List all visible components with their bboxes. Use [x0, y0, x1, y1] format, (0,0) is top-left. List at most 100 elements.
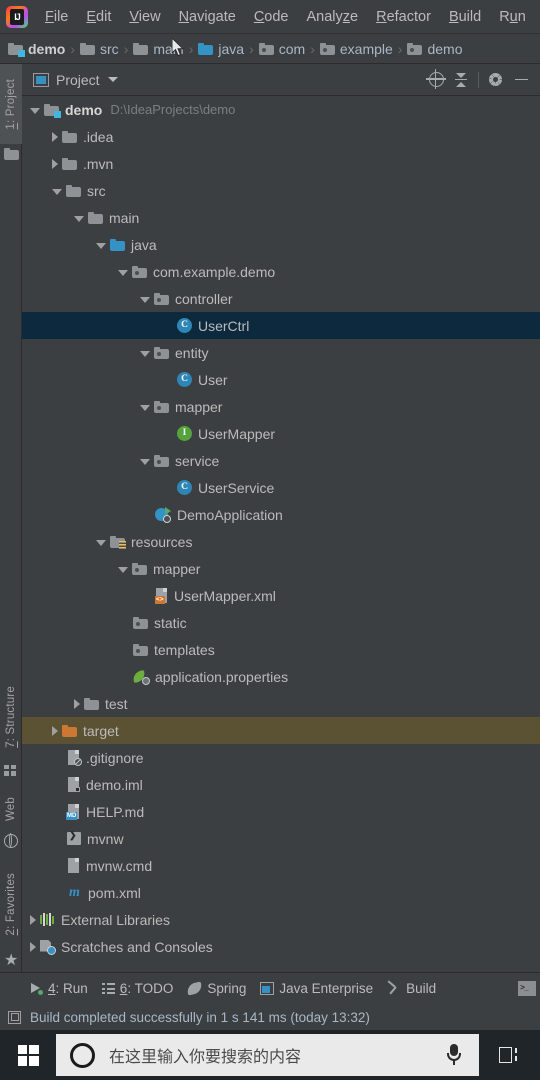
project-tree[interactable]: demo D:\IdeaProjects\demo .idea .mvn src main…	[22, 96, 540, 972]
menu-item-analyze[interactable]: Analyze	[298, 6, 368, 28]
tree-row-mvnw-cmd[interactable]: mvnw.cmd	[22, 852, 540, 879]
collapse-all-icon[interactable]	[449, 67, 475, 93]
tree-row-resources[interactable]: resources	[22, 528, 540, 555]
tree-row-label: .gitignore	[86, 749, 144, 766]
tree-row-main[interactable]: main	[22, 204, 540, 231]
tool-button-spring[interactable]: Spring	[186, 981, 246, 996]
tree-row-controller[interactable]: controller	[22, 285, 540, 312]
breadcrumb-item-example[interactable]: example	[319, 41, 393, 57]
chevron-down-icon[interactable]	[74, 216, 84, 222]
tool-button-run[interactable]: 4: Run	[30, 981, 88, 996]
tree-row-label: External Libraries	[61, 911, 170, 928]
breadcrumb-item-demo[interactable]: demo	[407, 41, 463, 57]
tool-button-java-enterprise[interactable]: Java Enterprise	[260, 981, 373, 996]
chevron-right-icon[interactable]	[30, 941, 36, 952]
tree-row-userservice[interactable]: C UserService	[22, 474, 540, 501]
chevron-down-icon[interactable]	[140, 459, 150, 465]
menu-item-refactor[interactable]: Refactor	[367, 6, 440, 28]
gear-icon[interactable]	[482, 67, 508, 93]
menu-item-build[interactable]: Build	[440, 6, 490, 28]
tree-row--mvn[interactable]: .mvn	[22, 150, 540, 177]
tree-row-user[interactable]: C User	[22, 366, 540, 393]
tree-row-mapper[interactable]: mapper	[22, 555, 540, 582]
tree-row-scratches-and-consoles[interactable]: Scratches and Consoles	[22, 933, 540, 960]
chevron-down-icon[interactable]	[96, 243, 106, 249]
minimize-icon[interactable]	[508, 67, 534, 93]
folder-icon	[84, 697, 99, 710]
menu-item-edit[interactable]: Edit	[77, 6, 120, 28]
tree-row-label: com.example.demo	[153, 263, 276, 280]
tree-row-java[interactable]: java	[22, 231, 540, 258]
sidebar-item-project-label: 1: Project	[5, 78, 17, 130]
tree-row-label: mapper	[175, 398, 223, 415]
tree-row-userctrl[interactable]: C UserCtrl	[22, 312, 540, 339]
breadcrumb-item-demo[interactable]: demo	[8, 41, 65, 57]
tree-row-com-example-demo[interactable]: com.example.demo	[22, 258, 540, 285]
chevron-down-icon[interactable]	[140, 297, 150, 303]
tree-row-mapper[interactable]: mapper	[22, 393, 540, 420]
task-view-button[interactable]	[479, 1030, 537, 1080]
chevron-down-icon[interactable]	[96, 540, 106, 546]
taskbar-search-box[interactable]: 在这里输入你要搜索的内容	[56, 1034, 479, 1076]
tree-row-label: DemoApplication	[177, 506, 283, 523]
tree-row-entity[interactable]: entity	[22, 339, 540, 366]
scroll-from-source-icon[interactable]	[423, 67, 449, 93]
tree-row-usermapper[interactable]: I UserMapper	[22, 420, 540, 447]
tree-row--idea[interactable]: .idea	[22, 123, 540, 150]
iml-file-icon	[67, 777, 80, 792]
folder-icon	[66, 184, 81, 197]
event-log-icon[interactable]	[8, 1010, 21, 1024]
breadcrumb-item-com[interactable]: com	[258, 41, 305, 57]
tree-row-target[interactable]: target	[22, 717, 540, 744]
chevron-right-icon[interactable]	[52, 725, 58, 736]
tree-row-service[interactable]: service	[22, 447, 540, 474]
tree-row-help-md[interactable]: MD HELP.md	[22, 798, 540, 825]
tool-button-build[interactable]: Build	[387, 980, 436, 996]
tree-row-demoapplication[interactable]: DemoApplication	[22, 501, 540, 528]
tree-row-demo-iml[interactable]: demo.iml	[22, 771, 540, 798]
tree-row-pom-xml[interactable]: m pom.xml	[22, 879, 540, 906]
chevron-right-icon[interactable]	[30, 914, 36, 925]
windows-start-button[interactable]	[0, 1030, 56, 1080]
tool-button-todo[interactable]: 6: TODO	[101, 981, 173, 996]
tree-row-test[interactable]: test	[22, 690, 540, 717]
sidebar-item-project[interactable]: 1: Project	[0, 64, 22, 144]
tree-row-label: entity	[175, 344, 209, 361]
tree-row-application-properties[interactable]: application.properties	[22, 663, 540, 690]
tree-row-demo[interactable]: demo D:\IdeaProjects\demo	[22, 96, 540, 123]
tree-row-usermapper-xml[interactable]: <> UserMapper.xml	[22, 582, 540, 609]
menu-item-navigate[interactable]: Navigate	[170, 6, 245, 28]
chevron-down-icon[interactable]	[140, 351, 150, 357]
chevron-right-icon[interactable]	[74, 698, 80, 709]
tree-row-templates[interactable]: templates	[22, 636, 540, 663]
chevron-down-icon[interactable]	[30, 108, 40, 114]
menu-item-view[interactable]: View	[120, 6, 169, 28]
chevron-right-icon[interactable]	[52, 131, 58, 142]
tree-row-src[interactable]: src	[22, 177, 540, 204]
chevron-down-icon[interactable]	[118, 567, 128, 573]
chevron-down-icon[interactable]	[52, 189, 62, 195]
sidebar-item-web[interactable]: Web	[0, 786, 22, 832]
chevron-right-icon[interactable]	[52, 158, 58, 169]
tree-row-mvnw[interactable]: mvnw	[22, 825, 540, 852]
chevron-down-icon[interactable]	[118, 270, 128, 276]
menu-item-run[interactable]: Run	[490, 6, 535, 28]
chevron-down-icon[interactable]	[107, 77, 118, 82]
sidebar-item-structure[interactable]: 7: Structure	[0, 672, 22, 762]
breadcrumb-item-java[interactable]: java	[198, 41, 244, 57]
tree-row--gitignore[interactable]: .gitignore	[22, 744, 540, 771]
tree-row-static[interactable]: static	[22, 609, 540, 636]
chevron-down-icon[interactable]	[140, 405, 150, 411]
menu-item-code[interactable]: Code	[245, 6, 298, 28]
microphone-icon[interactable]	[447, 1044, 461, 1066]
breadcrumb-item-src[interactable]: src	[80, 41, 119, 57]
tool-button-terminal[interactable]: >_	[518, 981, 540, 996]
sidebar-item-favorites[interactable]: 2: Favorites	[0, 856, 22, 952]
menu-item-file[interactable]: File	[36, 6, 77, 28]
markdown-file-icon: MD	[66, 804, 80, 820]
breadcrumb-item-label: java	[218, 40, 245, 57]
tree-row-external-libraries[interactable]: External Libraries	[22, 906, 540, 933]
project-panel-header: Project	[22, 64, 540, 96]
